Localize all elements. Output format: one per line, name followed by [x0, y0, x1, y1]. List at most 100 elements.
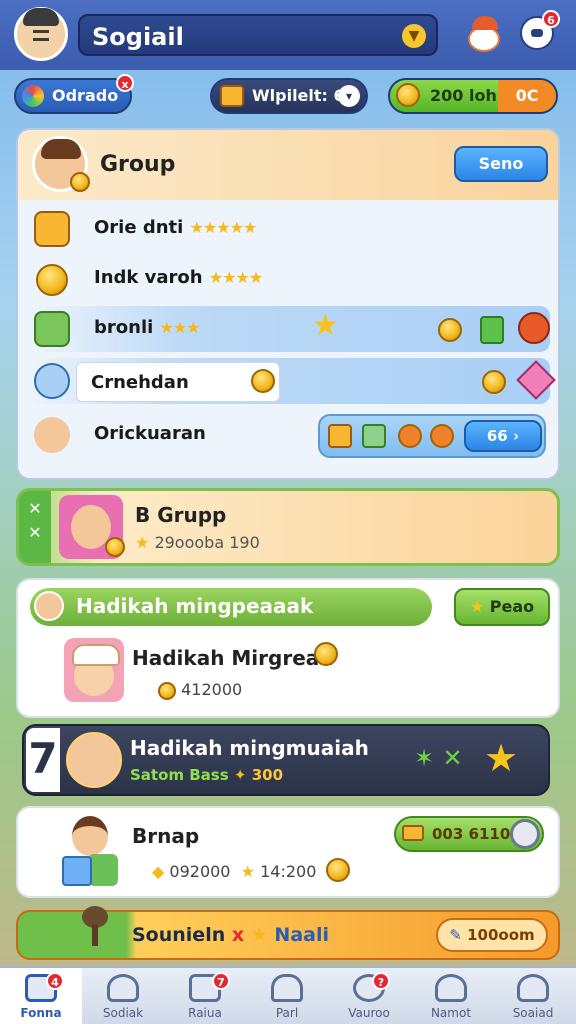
event-banner-button-label: 100oom	[467, 926, 535, 944]
nav-badge: ?	[372, 972, 390, 990]
star-icon: ✦	[233, 766, 247, 784]
brnap-pill-value: 003 6110	[432, 825, 511, 843]
ticket-icon	[362, 424, 386, 448]
brnap-timer-pill[interactable]: 003 6110	[394, 816, 544, 852]
reward-bar: 66 ›	[318, 414, 546, 458]
brnap-avatar	[60, 814, 122, 888]
chevron-down-icon: ▼	[402, 24, 426, 48]
group-row-text: bronli ★★★	[94, 317, 201, 338]
nav-item-social[interactable]: Sodiak	[82, 968, 164, 1024]
ticket-icon	[402, 825, 424, 841]
chest-icon	[328, 424, 352, 448]
coin-icon	[158, 681, 176, 700]
event-banner-main: Sounieln	[132, 924, 226, 946]
hadikah-action-button[interactable]: ★ Peao	[454, 588, 550, 626]
mascot-icon[interactable]	[466, 14, 502, 54]
gem-icon	[516, 360, 556, 400]
cash-icon	[480, 316, 504, 344]
chat-button[interactable]: 6	[520, 10, 560, 50]
nav-label: Namot	[430, 1006, 472, 1020]
coin-icon	[251, 369, 275, 393]
group-action-button[interactable]: Seno	[454, 146, 548, 182]
group-row[interactable]: Indk varoh ★★★★	[30, 256, 550, 302]
nav-badge: 4	[46, 972, 64, 990]
nav-item-calendar[interactable]: 7 Raiua	[164, 968, 246, 1024]
coin-resource-sub[interactable]: 0C	[498, 80, 556, 112]
coin-icon	[36, 264, 68, 296]
leaderboard-avatar	[66, 732, 122, 788]
group-action-label: Seno	[478, 154, 524, 173]
event-banner-x: x	[231, 924, 245, 946]
nav-item-park[interactable]: Parl	[246, 968, 328, 1024]
event-banner[interactable]: Sounieln x ★ Naali ✎ 100oom	[16, 906, 560, 960]
star-rating: ★★★★	[208, 268, 263, 287]
group-panel-title: Group	[100, 152, 176, 177]
user-avatar[interactable]	[14, 7, 68, 61]
star-icon: ★	[240, 862, 255, 881]
gift-box-icon	[34, 311, 70, 347]
mascot-hat	[472, 16, 498, 30]
group-row-name: Crnehdan	[91, 372, 189, 393]
gem-resource-label: Odrado	[52, 86, 119, 105]
reward-button-label: 66	[486, 427, 508, 445]
group-row-field[interactable]: Crnehdan	[76, 362, 280, 402]
leaderboard-row[interactable]: 7 Hadikah mingmuaiah Satom Bass ✦ 300 ✶ …	[22, 724, 550, 796]
top-bar: Sogiail ▼ 6	[0, 0, 576, 70]
close-badge[interactable]: x	[116, 74, 134, 92]
person-icon	[435, 974, 467, 1002]
group-row[interactable]: Orie dnti ★★★★★	[30, 206, 550, 252]
hadikah-name: Hadikah Mirgrean	[132, 646, 334, 670]
nav-item-chat[interactable]: ? Vauroo	[328, 968, 410, 1024]
chest-icon	[34, 211, 70, 247]
nav-label: Raiua	[188, 1006, 222, 1020]
nav-item-person[interactable]: Namot	[410, 968, 492, 1024]
gem-icon: ◆	[152, 862, 165, 881]
b-group-title: B Grupp	[135, 503, 227, 527]
group-row[interactable]: bronli ★★★ ★	[30, 306, 550, 352]
avatar-body	[88, 854, 118, 886]
group-panel-header: Group Seno	[18, 130, 558, 200]
coin-icon	[430, 424, 454, 448]
house-icon	[271, 974, 303, 1002]
brnap-value-2: 14:200	[260, 862, 317, 881]
event-banner-button[interactable]: ✎ 100oom	[436, 918, 548, 952]
nav-item-home[interactable]: 4 Fonna	[0, 968, 82, 1024]
hadikah-banner: Hadikah mingpeaaak	[30, 588, 432, 626]
bottom-nav: 4 Fonna Sodiak 7 Raiua Parl ? Vauroo Nam…	[0, 966, 576, 1024]
nav-badge: 7	[212, 972, 230, 990]
app-title-dropdown[interactable]: Sogiail ▼	[78, 14, 438, 56]
group-panel: Group Seno Orie dnti ★★★★★ Indk varoh ★★…	[16, 128, 560, 480]
brnap-card[interactable]: Brnap ◆ 092000 ★ 14:200 003 6110	[16, 806, 560, 898]
chest-icon	[220, 85, 244, 107]
rank-number: 7	[26, 728, 60, 792]
group-row-name: bronli	[94, 317, 154, 338]
chat-badge: 6	[542, 10, 560, 28]
gem-resource-pill[interactable]: Odrado x	[14, 74, 134, 114]
b-group-card[interactable]: ✕ ✕ B Grupp ★ 29oooba 190	[16, 488, 560, 566]
brnap-value-1: 092000	[169, 862, 231, 881]
brnap-values: ◆ 092000 ★ 14:200	[152, 862, 316, 881]
group-row-text: Orie dnti ★★★★★	[94, 217, 257, 238]
reward-button[interactable]: 66 ›	[464, 420, 542, 452]
mini-avatar	[34, 591, 64, 621]
basket-icon	[518, 312, 550, 344]
leaderboard-title: Hadikah mingmuaiah	[130, 736, 369, 760]
group-row-name: Orie dnti	[94, 217, 184, 238]
group-row[interactable]: Crnehdan	[30, 358, 556, 404]
gem-icon	[22, 85, 44, 107]
nav-label: Sodiak	[102, 1006, 144, 1020]
b-group-subtitle-row: ★ 29oooba 190	[135, 533, 260, 552]
group-row[interactable]: Orickuaran 66 ›	[30, 412, 550, 458]
hadikah-avatar	[64, 638, 124, 702]
app-title: Sogiail	[92, 23, 184, 51]
chevron-down-icon: ▾	[338, 85, 360, 107]
nav-label: Soaiad	[512, 1006, 554, 1020]
star-rating: ★★★	[159, 318, 201, 337]
cube-icon	[62, 856, 92, 886]
sparkle-icon: ✶ ✕	[414, 744, 463, 772]
star-icon[interactable]: ★	[484, 738, 518, 778]
wallet-resource-pill[interactable]: Wlpilelt: 60 ▾	[210, 78, 368, 114]
coin-resource-pill[interactable]: 200 lohi 0C	[388, 78, 558, 114]
nav-item-profile[interactable]: Soaiad	[492, 968, 574, 1024]
leaderboard-sub: Satom Bass ✦ 300	[130, 766, 283, 784]
